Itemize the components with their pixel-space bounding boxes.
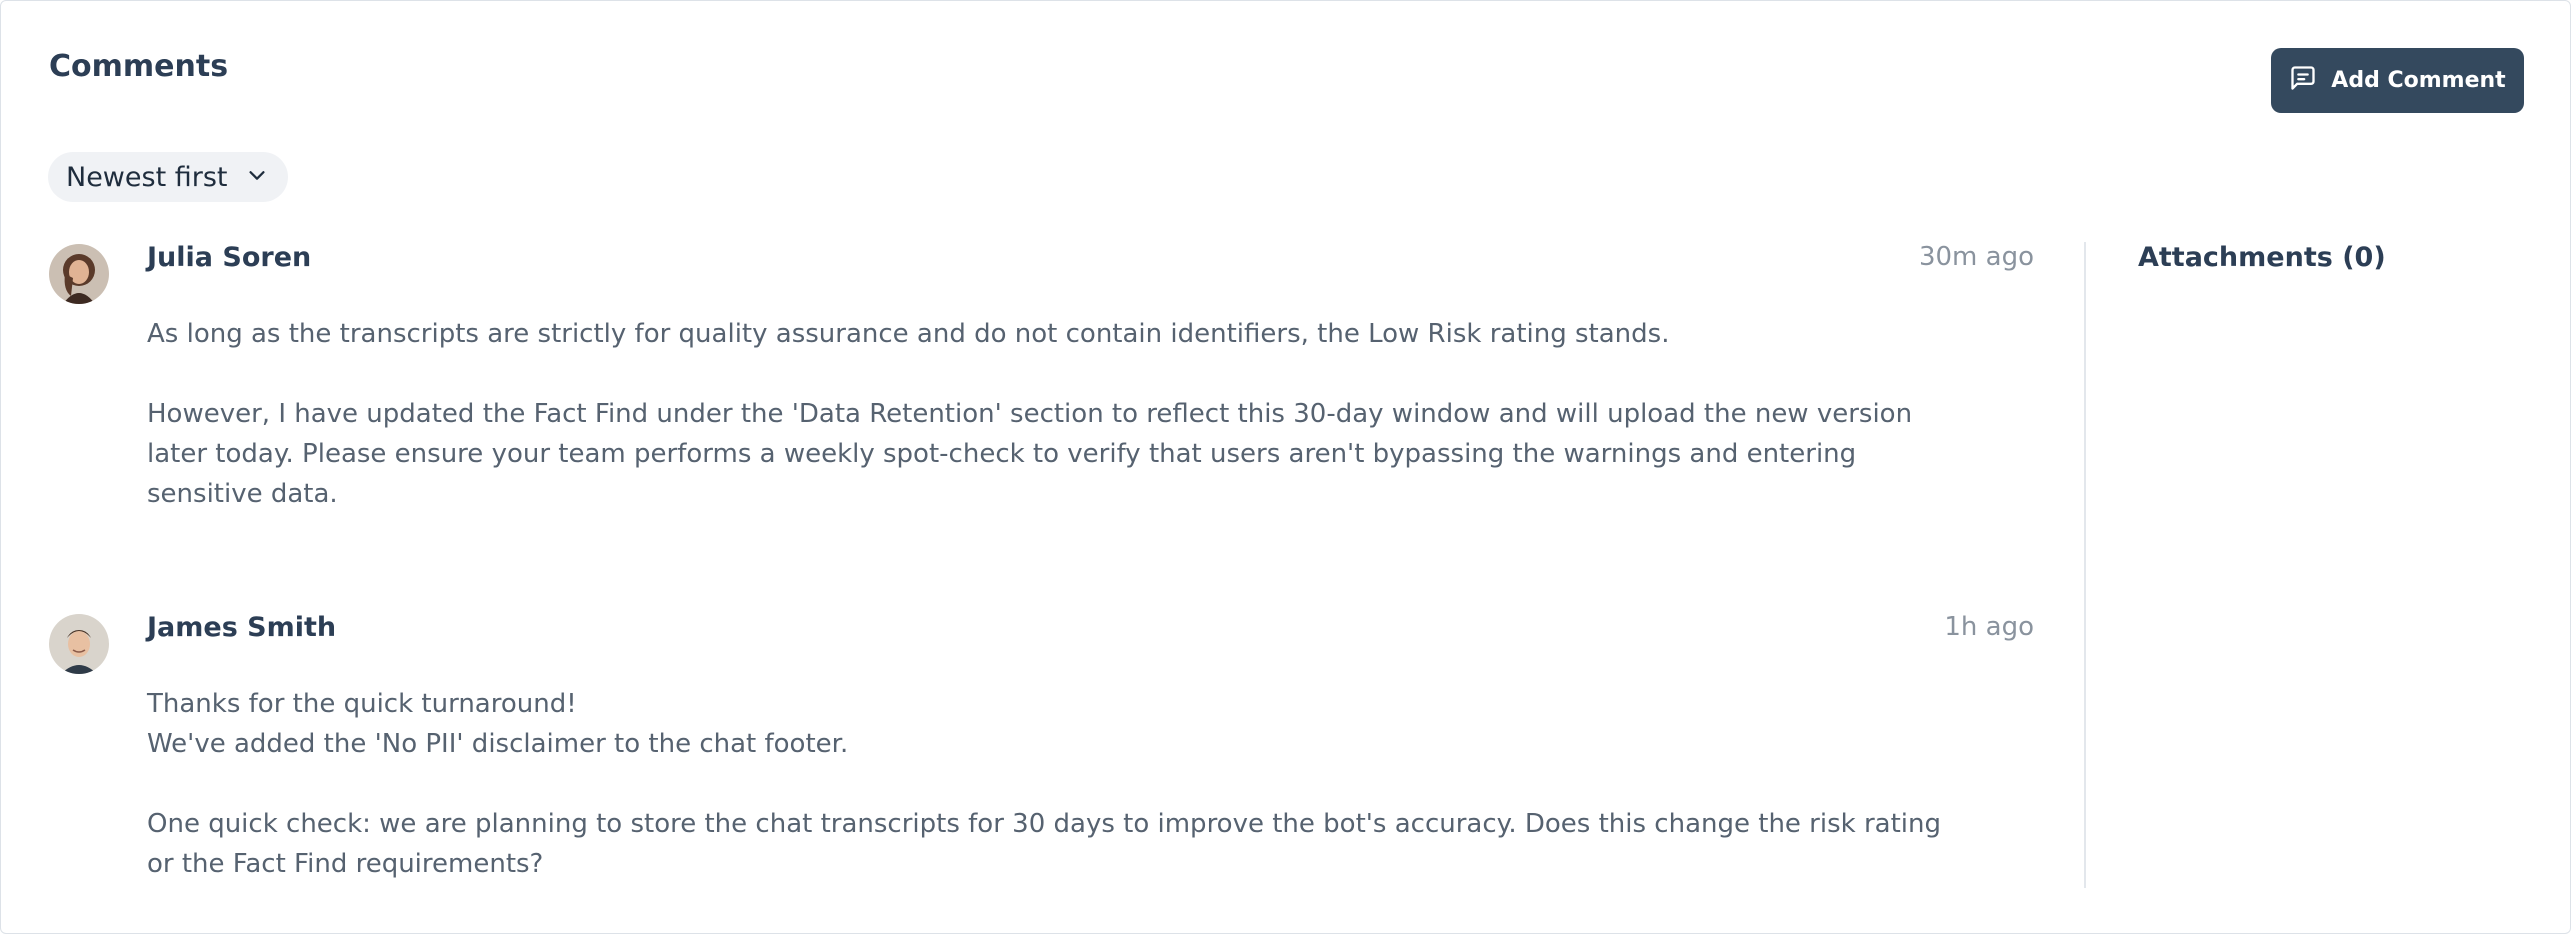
avatar bbox=[49, 614, 109, 674]
avatar bbox=[49, 244, 109, 304]
comment-paragraph: However, I have updated the Fact Find un… bbox=[147, 399, 1913, 509]
comment-item: James Smith 1h ago Thanks for the quick … bbox=[49, 612, 2034, 892]
panel-title: Comments bbox=[49, 49, 229, 84]
comment-author[interactable]: James Smith bbox=[147, 612, 336, 643]
sidebar-divider bbox=[2084, 242, 2086, 888]
comment-paragraph: We've added the 'No PII' disclaimer to t… bbox=[147, 729, 849, 759]
comments-panel: Comments Add Comment Newest first Julia … bbox=[0, 0, 2571, 934]
comment-paragraph: Thanks for the quick turnaround! bbox=[147, 689, 577, 719]
comment-body: As long as the transcripts are strictly … bbox=[147, 314, 1967, 514]
sort-dropdown[interactable]: Newest first bbox=[48, 152, 288, 202]
comment-paragraph: As long as the transcripts are strictly … bbox=[147, 319, 1670, 349]
add-comment-label: Add Comment bbox=[2331, 68, 2506, 93]
comment-author[interactable]: Julia Soren bbox=[147, 242, 311, 273]
comment-timestamp: 30m ago bbox=[1918, 242, 2034, 272]
attachments-heading[interactable]: Attachments (0) bbox=[2138, 242, 2386, 273]
sort-selected-value: Newest first bbox=[66, 161, 228, 193]
comment-body: Thanks for the quick turnaround! We've a… bbox=[147, 684, 1967, 884]
comment-item: Julia Soren 30m ago As long as the trans… bbox=[49, 242, 2034, 522]
chevron-down-icon bbox=[246, 162, 268, 193]
comment-paragraph: One quick check: we are planning to stor… bbox=[147, 809, 1941, 879]
add-comment-button[interactable]: Add Comment bbox=[2271, 48, 2524, 113]
message-square-icon bbox=[2289, 64, 2317, 98]
comment-timestamp: 1h ago bbox=[1944, 612, 2034, 642]
